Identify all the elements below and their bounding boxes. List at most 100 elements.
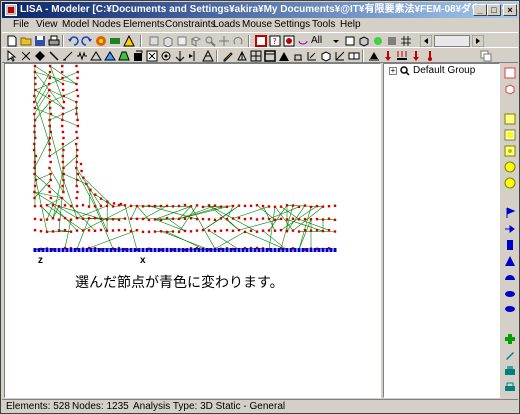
selected-node[interactable] xyxy=(73,248,77,252)
selected-node[interactable] xyxy=(113,248,117,252)
mesh-node[interactable] xyxy=(48,148,52,152)
mesh-node[interactable] xyxy=(33,124,36,128)
selected-node[interactable] xyxy=(97,248,101,252)
mesh-node[interactable] xyxy=(273,229,277,232)
mesh-node[interactable] xyxy=(189,217,193,220)
mesh-node[interactable] xyxy=(183,229,187,233)
teal-stack-icon[interactable] xyxy=(504,381,516,393)
pencil-icon[interactable] xyxy=(222,50,234,62)
record-icon[interactable] xyxy=(283,35,295,47)
mesh-node[interactable] xyxy=(75,130,78,134)
mesh-node[interactable] xyxy=(171,230,175,233)
selected-node[interactable] xyxy=(41,248,45,252)
mesh-node[interactable] xyxy=(33,190,36,194)
mesh-node[interactable] xyxy=(47,94,51,98)
mesh-node[interactable] xyxy=(279,228,283,232)
model-viewport[interactable]: z x 選んだ節点が青色に変わります。 xyxy=(4,63,381,398)
mesh-node[interactable] xyxy=(33,217,37,221)
triangulate-icon[interactable] xyxy=(236,50,248,62)
selected-node[interactable] xyxy=(53,248,57,252)
mesh-node[interactable] xyxy=(62,172,65,176)
node-select-icon[interactable] xyxy=(20,50,32,62)
menu-nodes[interactable]: Nodes xyxy=(92,19,121,31)
solid-element-icon[interactable] xyxy=(132,50,144,62)
color-red-icon[interactable] xyxy=(504,67,516,79)
selected-node[interactable] xyxy=(225,248,229,252)
mesh-node[interactable] xyxy=(99,217,103,221)
cube-icon[interactable] xyxy=(358,35,370,47)
mesh-node[interactable] xyxy=(285,218,289,221)
mesh-node[interactable] xyxy=(51,230,55,233)
pointer-icon[interactable] xyxy=(6,50,18,62)
mesh-node[interactable] xyxy=(93,229,97,233)
cube-select-icon[interactable] xyxy=(320,50,332,62)
blue-wave-icon[interactable] xyxy=(504,303,516,315)
bracket-icon[interactable] xyxy=(278,50,290,62)
mesh-node[interactable] xyxy=(76,190,79,194)
selected-node[interactable] xyxy=(237,248,241,252)
yellow-circle-icon[interactable] xyxy=(504,161,516,173)
mesh-node[interactable] xyxy=(321,229,325,233)
yellow-disk-icon[interactable] xyxy=(504,177,516,189)
mesh-node[interactable] xyxy=(75,160,79,164)
mesh-node[interactable] xyxy=(81,203,85,207)
mesh-node[interactable] xyxy=(62,178,65,182)
group-tree-panel[interactable]: + Default Group xyxy=(383,63,500,398)
mesh-node[interactable] xyxy=(48,166,51,170)
mesh-node[interactable] xyxy=(61,112,65,116)
mesh-node[interactable] xyxy=(279,205,283,208)
selected-node[interactable] xyxy=(221,248,225,252)
mesh-node[interactable] xyxy=(141,230,145,234)
mesh-node[interactable] xyxy=(75,106,78,110)
minimize-button[interactable]: _ xyxy=(473,4,487,16)
new-file-icon[interactable] xyxy=(6,35,18,47)
view-filter-select[interactable]: All xyxy=(311,35,322,47)
mesh-node[interactable] xyxy=(243,230,247,234)
tree-expand-toggle[interactable]: + xyxy=(389,67,397,75)
mesh-node[interactable] xyxy=(76,136,79,140)
mesh-node[interactable] xyxy=(47,82,51,86)
mesh-node[interactable] xyxy=(261,229,265,232)
selected-node[interactable] xyxy=(93,248,97,252)
blue-dome-icon[interactable] xyxy=(504,271,516,283)
mesh-node[interactable] xyxy=(273,205,277,208)
mesh-node[interactable] xyxy=(123,204,127,207)
selected-node[interactable] xyxy=(301,248,305,252)
mesh-node[interactable] xyxy=(231,217,235,220)
mesh-node[interactable] xyxy=(33,118,37,122)
mesh-node[interactable] xyxy=(49,196,53,200)
mesh-node[interactable] xyxy=(207,229,211,232)
mesh-node[interactable] xyxy=(33,172,36,176)
yellow-square-icon[interactable] xyxy=(504,113,516,125)
selected-node[interactable] xyxy=(49,248,53,252)
mesh-node[interactable] xyxy=(297,218,301,221)
yellow-frame-icon[interactable] xyxy=(504,129,516,141)
mesh-node[interactable] xyxy=(48,190,51,194)
selected-node[interactable] xyxy=(141,248,145,252)
mesh-node[interactable] xyxy=(60,124,64,128)
warning-icon[interactable] xyxy=(123,35,135,47)
selected-node[interactable] xyxy=(65,248,69,252)
mesh-node[interactable] xyxy=(183,217,187,220)
selected-node[interactable] xyxy=(325,248,329,252)
mesh-node[interactable] xyxy=(33,184,37,188)
selected-node[interactable] xyxy=(265,248,269,252)
selected-node[interactable] xyxy=(245,248,249,252)
mesh-node[interactable] xyxy=(243,217,247,221)
selected-node[interactable] xyxy=(205,248,209,252)
selected-node[interactable] xyxy=(81,248,85,252)
mesh-node[interactable] xyxy=(82,176,85,179)
mesh-node[interactable] xyxy=(49,112,53,116)
mesh-node[interactable] xyxy=(111,205,115,208)
selected-node[interactable] xyxy=(145,248,149,252)
mesh-node[interactable] xyxy=(33,70,37,74)
selected-node[interactable] xyxy=(89,248,93,252)
mesh-node[interactable] xyxy=(49,130,52,134)
menu-loads[interactable]: Loads xyxy=(213,19,240,31)
mesh-node[interactable] xyxy=(267,205,271,208)
mesh-node[interactable] xyxy=(76,70,79,74)
pressure-icon[interactable] xyxy=(396,50,408,62)
mesh-node[interactable] xyxy=(267,217,271,221)
mesh-node[interactable] xyxy=(33,166,36,170)
mesh-node[interactable] xyxy=(135,204,139,208)
